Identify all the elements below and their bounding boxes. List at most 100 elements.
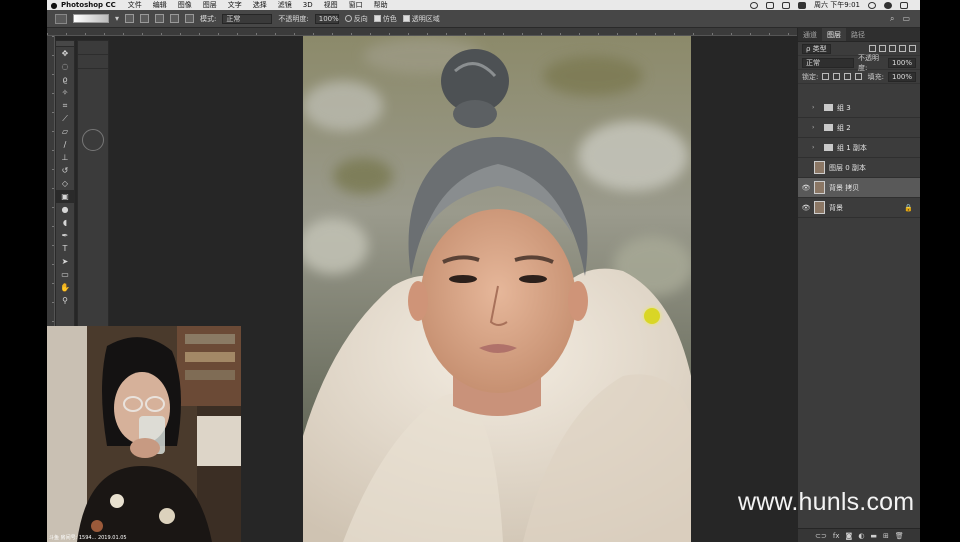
layer-name: 组 3: [837, 103, 851, 112]
side-panel-row[interactable]: [78, 55, 108, 69]
new-layer-icon[interactable]: ⊞: [883, 532, 889, 540]
document-canvas[interactable]: [303, 36, 691, 542]
reverse-checkbox[interactable]: 反向: [344, 14, 368, 24]
workspace-icon[interactable]: ▭: [902, 14, 910, 24]
eye-icon[interactable]: 👁: [800, 204, 812, 212]
lock-pixels-icon[interactable]: [833, 73, 841, 80]
wifi-icon[interactable]: [766, 1, 775, 9]
layer-row[interactable]: › 组 2: [798, 118, 921, 138]
menu-type[interactable]: 文字: [228, 0, 242, 10]
adjustment-filter-icon[interactable]: [879, 45, 886, 52]
dodge-tool-icon[interactable]: ◖: [56, 216, 74, 229]
smart-object-filter-icon[interactable]: [909, 45, 916, 52]
blur-tool-icon[interactable]: ●: [56, 203, 74, 216]
battery-icon[interactable]: [782, 1, 791, 9]
magic-wand-tool-icon[interactable]: ✧: [56, 86, 74, 99]
side-panel-row[interactable]: [78, 41, 108, 55]
transparency-checkbox[interactable]: 透明区域: [402, 14, 440, 24]
crop-tool-icon[interactable]: ⌗: [56, 99, 74, 112]
gradient-preview[interactable]: [73, 14, 109, 23]
blend-mode-select[interactable]: 正常: [802, 57, 854, 68]
menubar-status: 周六 下午9:01: [750, 0, 920, 10]
lock-position-icon[interactable]: [844, 73, 852, 80]
search-icon[interactable]: [868, 1, 876, 9]
layer-row[interactable]: › 组 3: [798, 98, 921, 118]
pixel-filter-icon[interactable]: [869, 45, 876, 52]
notification-center-icon[interactable]: [900, 1, 908, 9]
layer-opacity-input[interactable]: 100%: [887, 57, 916, 68]
shape-tool-icon[interactable]: ▭: [56, 268, 74, 281]
apple-icon[interactable]: ●: [47, 1, 61, 10]
opacity-label: 不透明度:: [278, 14, 309, 23]
filter-icons: [869, 45, 916, 52]
app-name[interactable]: Photoshop CC: [61, 1, 116, 9]
linear-gradient-button[interactable]: [125, 14, 135, 23]
gradient-tool-icon[interactable]: ▣: [56, 190, 74, 203]
chevron-right-icon[interactable]: ›: [812, 124, 818, 131]
menu-select[interactable]: 选择: [253, 0, 267, 10]
tab-paths[interactable]: 路径: [846, 28, 870, 41]
type-filter-icon[interactable]: [889, 45, 896, 52]
input-method-icon[interactable]: [798, 1, 807, 9]
mode-select[interactable]: 正常: [222, 13, 273, 24]
path-selection-tool-icon[interactable]: ➤: [56, 255, 74, 268]
type-tool-icon[interactable]: T: [56, 242, 74, 255]
menu-edit[interactable]: 编辑: [153, 0, 167, 10]
zoom-tool-icon[interactable]: ⚲: [56, 294, 74, 307]
fill-label: 填充:: [867, 72, 884, 81]
menu-3d[interactable]: 3D: [303, 1, 313, 9]
menu-image[interactable]: 图像: [178, 0, 192, 10]
lock-all-icon[interactable]: [855, 73, 863, 80]
opacity-input[interactable]: 100%: [314, 13, 339, 24]
tab-channels[interactable]: 通道: [798, 28, 822, 41]
menu-filter[interactable]: 滤镜: [278, 0, 292, 10]
horizontal-ruler[interactable]: [47, 28, 797, 36]
layer-row-selected[interactable]: 👁 背景 拷贝: [798, 178, 921, 198]
clone-stamp-tool-icon[interactable]: ⊥: [56, 151, 74, 164]
clock[interactable]: 周六 下午9:01: [814, 0, 860, 10]
pen-tool-icon[interactable]: ✒: [56, 229, 74, 242]
creative-cloud-icon[interactable]: [750, 1, 759, 9]
history-brush-tool-icon[interactable]: ↺: [56, 164, 74, 177]
menu-layer[interactable]: 图层: [203, 0, 217, 10]
eye-icon[interactable]: 👁: [800, 184, 812, 192]
menu-window[interactable]: 窗口: [349, 0, 363, 10]
hand-tool-icon[interactable]: ✋: [56, 281, 74, 294]
link-icon[interactable]: ⊂⊃: [815, 532, 827, 540]
diamond-gradient-button[interactable]: [185, 14, 195, 23]
mask-icon[interactable]: ◙: [846, 532, 853, 540]
menu-view[interactable]: 视图: [324, 0, 338, 10]
dither-checkbox[interactable]: 仿色: [373, 14, 397, 24]
lock-transparent-icon[interactable]: [822, 73, 830, 80]
angle-gradient-button[interactable]: [155, 14, 165, 23]
menu-file[interactable]: 文件: [128, 0, 142, 10]
healing-brush-tool-icon[interactable]: ▱: [56, 125, 74, 138]
move-tool-icon[interactable]: ✥: [56, 47, 74, 60]
marquee-tool-icon[interactable]: ◌: [56, 60, 74, 73]
tool-preset-picker[interactable]: [55, 13, 67, 24]
search-icon[interactable]: ⌕: [890, 14, 894, 24]
layer-filter-select[interactable]: ρ 类型: [802, 43, 831, 54]
lasso-tool-icon[interactable]: ϱ: [56, 73, 74, 86]
reflected-gradient-button[interactable]: [170, 14, 180, 23]
tab-layers[interactable]: 图层: [822, 28, 846, 41]
eyedropper-tool-icon[interactable]: ⟋: [56, 112, 74, 125]
siri-icon[interactable]: [884, 1, 892, 9]
blend-row: 正常 不透明度: 100%: [798, 54, 920, 72]
chevron-right-icon[interactable]: ›: [812, 104, 818, 111]
menu-help[interactable]: 帮助: [374, 0, 388, 10]
radial-gradient-button[interactable]: [140, 14, 150, 23]
chevron-down-icon[interactable]: ▾: [115, 14, 119, 23]
group-folder-icon[interactable]: ▬: [870, 532, 877, 540]
trash-icon[interactable]: 🗑: [895, 532, 904, 540]
shape-filter-icon[interactable]: [899, 45, 906, 52]
brush-tool-icon[interactable]: ∕: [56, 138, 74, 151]
layer-row[interactable]: 👁 背景 🔒: [798, 198, 921, 218]
fill-input[interactable]: 100%: [887, 71, 916, 82]
layer-row[interactable]: 图层 0 副本: [798, 158, 921, 178]
fx-button[interactable]: fx: [833, 532, 840, 540]
eraser-tool-icon[interactable]: ◇: [56, 177, 74, 190]
adjustment-icon[interactable]: ◐: [858, 532, 864, 540]
chevron-right-icon[interactable]: ›: [812, 144, 818, 151]
layer-row[interactable]: › 组 1 副本: [798, 138, 921, 158]
